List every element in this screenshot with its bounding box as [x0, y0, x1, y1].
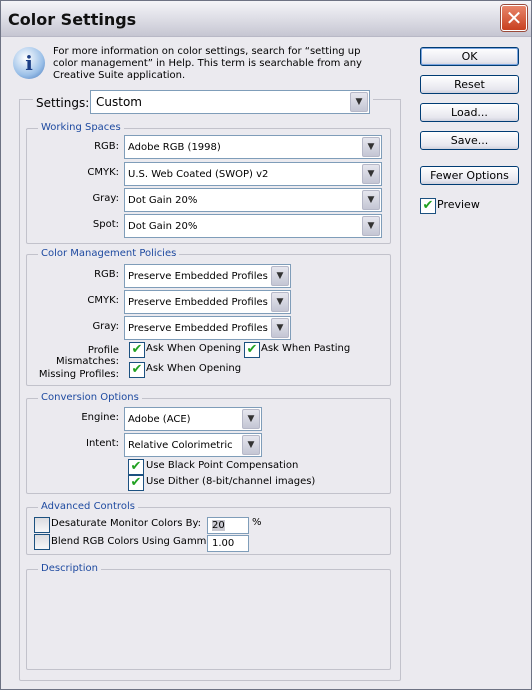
desaturate-label[interactable]: Desaturate Monitor Colors By:	[51, 518, 201, 529]
policy-rgb-select[interactable]: Preserve Embedded Profiles ▼	[124, 264, 291, 288]
missing-profiles-label: Missing Profiles:	[38, 369, 119, 380]
ws-gray-value: Dot Gain 20%	[128, 195, 198, 206]
ask-when-pasting-checkbox[interactable]: ✔	[244, 342, 260, 358]
conversion-title: Conversion Options	[38, 392, 142, 403]
ws-spot-value: Dot Gain 20%	[128, 221, 198, 232]
policy-cmyk-value: Preserve Embedded Profiles	[128, 297, 268, 308]
fewer-options-button[interactable]: Fewer Options	[420, 166, 519, 185]
ws-rgb-select[interactable]: Adobe RGB (1998) ▼	[124, 135, 382, 159]
engine-select[interactable]: Adobe (ACE) ▼	[124, 407, 262, 431]
blend-gamma-input[interactable]: 1.00	[207, 535, 249, 552]
ws-spot-label: Spot:	[92, 219, 119, 230]
ws-gray-select[interactable]: Dot Gain 20% ▼	[124, 188, 382, 212]
black-point-label[interactable]: Use Black Point Compensation	[146, 460, 298, 471]
policy-rgb-label: RGB:	[94, 269, 119, 280]
policy-rgb-value: Preserve Embedded Profiles	[128, 271, 268, 282]
desaturate-checkbox[interactable]	[34, 517, 50, 533]
chevron-down-icon[interactable]: ▼	[242, 435, 260, 455]
ws-rgb-label: RGB:	[94, 141, 119, 152]
desaturate-input[interactable]: 20	[207, 517, 249, 534]
missing-ask-when-opening-checkbox[interactable]: ✔	[129, 362, 145, 378]
ws-cmyk-value: U.S. Web Coated (SWOP) v2	[128, 169, 269, 180]
percent-unit: %	[252, 517, 262, 528]
intent-value: Relative Colorimetric	[128, 440, 233, 451]
ws-rgb-value: Adobe RGB (1998)	[128, 142, 221, 153]
color-settings-dialog: Color Settings ✕ i For more information …	[0, 0, 532, 690]
chevron-down-icon[interactable]: ▼	[350, 92, 368, 112]
info-icon: i	[13, 47, 45, 79]
missing-ask-when-opening-label[interactable]: Ask When Opening	[146, 363, 241, 374]
dither-label[interactable]: Use Dither (8-bit/channel images)	[146, 476, 315, 487]
chevron-down-icon[interactable]: ▼	[271, 292, 289, 312]
blend-gamma-value: 1.00	[212, 538, 235, 549]
info-text: For more information on color settings, …	[53, 46, 362, 81]
ask-when-pasting-label[interactable]: Ask When Pasting	[261, 343, 350, 354]
engine-label: Engine:	[81, 412, 119, 423]
chevron-down-icon[interactable]: ▼	[362, 216, 380, 236]
policy-cmyk-select[interactable]: Preserve Embedded Profiles ▼	[124, 290, 291, 314]
close-icon[interactable]: ✕	[501, 5, 527, 31]
ws-spot-select[interactable]: Dot Gain 20% ▼	[124, 214, 382, 238]
intent-select[interactable]: Relative Colorimetric ▼	[124, 433, 262, 457]
profile-mismatches-label: Profile Mismatches:	[56, 345, 119, 367]
blend-gamma-checkbox[interactable]	[34, 534, 50, 550]
advanced-title: Advanced Controls	[38, 501, 138, 512]
save-button[interactable]: Save...	[420, 131, 519, 150]
settings-value: Custom	[96, 95, 142, 109]
blend-gamma-label[interactable]: Blend RGB Colors Using Gamma:	[51, 536, 216, 547]
description-group: Description	[26, 563, 391, 670]
chevron-down-icon[interactable]: ▼	[362, 164, 380, 184]
preview-label[interactable]: Preview	[437, 198, 480, 211]
policy-gray-select[interactable]: Preserve Embedded Profiles ▼	[124, 316, 291, 340]
dither-checkbox[interactable]: ✔	[128, 475, 144, 491]
engine-value: Adobe (ACE)	[128, 414, 191, 425]
preview-checkbox[interactable]: ✔	[420, 198, 436, 214]
policy-gray-value: Preserve Embedded Profiles	[128, 323, 268, 334]
chevron-down-icon[interactable]: ▼	[362, 190, 380, 210]
chevron-down-icon[interactable]: ▼	[242, 409, 260, 429]
load-button[interactable]: Load...	[420, 103, 519, 122]
desaturate-value: 20	[212, 520, 225, 531]
settings-label: Settings:	[33, 96, 93, 110]
ask-when-opening-checkbox[interactable]: ✔	[129, 342, 145, 358]
chevron-down-icon[interactable]: ▼	[271, 266, 289, 286]
intent-label: Intent:	[86, 438, 119, 449]
chevron-down-icon[interactable]: ▼	[271, 318, 289, 338]
ws-cmyk-label: CMYK:	[87, 167, 119, 178]
description-title: Description	[38, 563, 101, 574]
policy-cmyk-label: CMYK:	[87, 295, 119, 306]
dialog-title: Color Settings	[8, 10, 137, 29]
policies-title: Color Management Policies	[38, 248, 180, 259]
ask-when-opening-label[interactable]: Ask When Opening	[146, 343, 241, 354]
policy-gray-label: Gray:	[92, 321, 119, 332]
chevron-down-icon[interactable]: ▼	[362, 137, 380, 157]
working-spaces-title: Working Spaces	[38, 122, 124, 133]
ok-button[interactable]: OK	[420, 47, 519, 66]
ws-gray-label: Gray:	[92, 193, 119, 204]
title-bar[interactable]: Color Settings ✕	[1, 1, 531, 37]
reset-button[interactable]: Reset	[420, 75, 519, 94]
black-point-checkbox[interactable]: ✔	[128, 459, 144, 475]
settings-select[interactable]: Custom ▼	[90, 90, 370, 114]
ws-cmyk-select[interactable]: U.S. Web Coated (SWOP) v2 ▼	[124, 162, 382, 186]
